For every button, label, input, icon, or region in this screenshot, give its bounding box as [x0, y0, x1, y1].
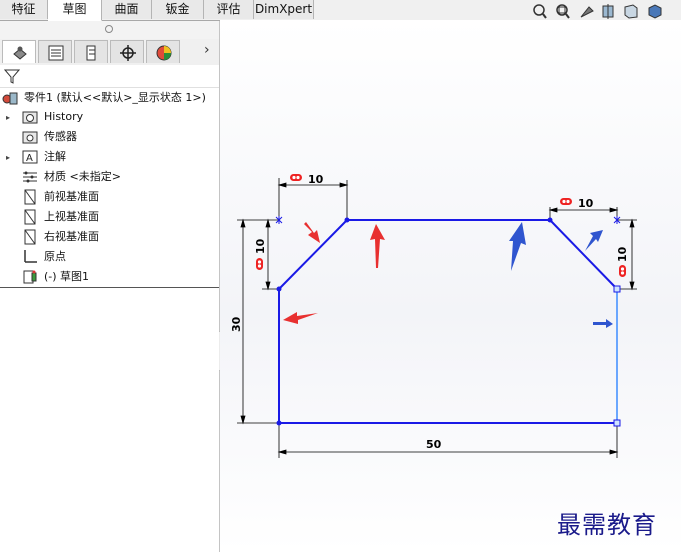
- sketch-points[interactable]: [276, 217, 621, 427]
- link-value-icon: [619, 265, 626, 277]
- sketch-profile[interactable]: [278, 219, 618, 424]
- red-arrow-icon: [370, 224, 385, 268]
- dim-top-left[interactable]: 10: [308, 173, 324, 186]
- watermark: 最需教育: [557, 511, 657, 539]
- blue-arrow-icon: [593, 319, 613, 328]
- dim-total-height[interactable]: 30: [230, 316, 243, 332]
- red-arrow-icon: [283, 312, 318, 324]
- dim-left-height[interactable]: 10: [254, 238, 267, 254]
- dim-top-right[interactable]: 10: [578, 197, 594, 210]
- annotation-arrows: [283, 222, 613, 328]
- dim-total-width[interactable]: 50: [426, 438, 442, 451]
- sketch-canvas: 10 10 50 10 10 30: [230, 173, 637, 458]
- dim-right-height[interactable]: 10: [616, 246, 629, 262]
- blue-arrow-icon: [509, 222, 526, 271]
- red-arrow-icon: [304, 222, 320, 243]
- link-value-icon: [290, 174, 302, 181]
- link-value-icon: [560, 198, 572, 205]
- blue-arrow-icon: [585, 230, 603, 251]
- link-value-icon: [256, 258, 263, 270]
